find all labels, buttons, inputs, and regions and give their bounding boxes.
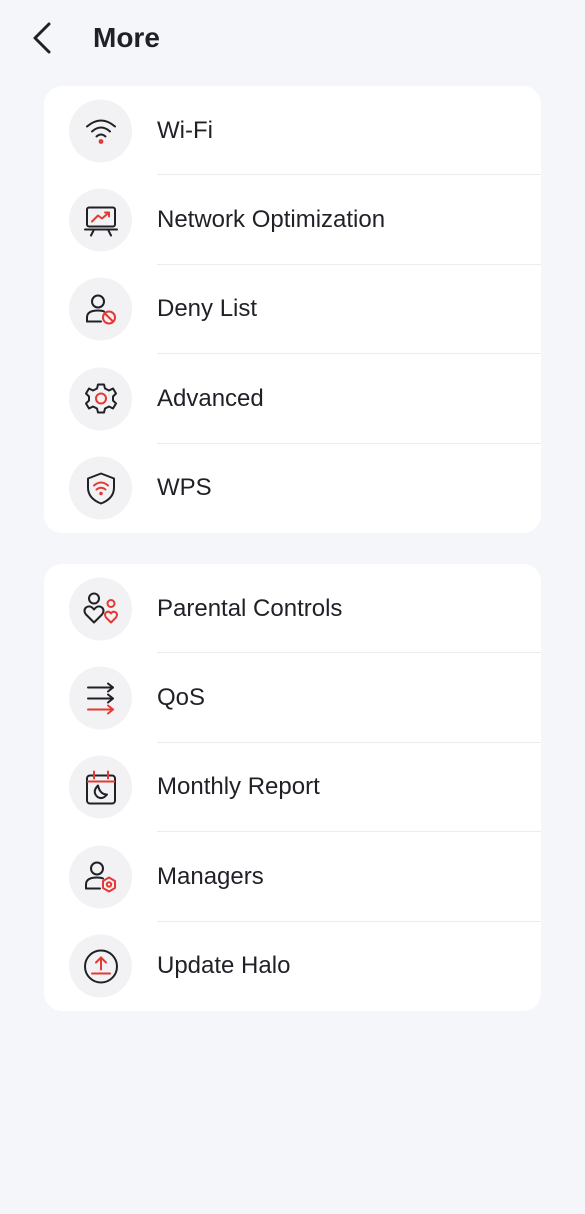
menu-item-label: WPS	[157, 474, 212, 502]
menu-item-label: Network Optimization	[157, 206, 386, 234]
menu-item-label: Wi-Fi	[157, 116, 213, 144]
menu-item-deny-list[interactable]: Deny List	[44, 265, 541, 355]
page-title: More	[93, 22, 160, 53]
menu-item-advanced[interactable]: Advanced	[44, 354, 541, 444]
menu-item-parental-controls[interactable]: Parental Controls	[44, 564, 541, 654]
menu-item-label: Update Halo	[157, 952, 291, 980]
menu-item-label: Advanced	[157, 384, 264, 412]
parent-child-icon	[69, 577, 132, 641]
menu-item-monthly-report[interactable]: Monthly Report	[44, 743, 541, 833]
wifi-icon	[69, 99, 132, 163]
upload-circle-icon	[69, 934, 132, 998]
gear-icon	[69, 367, 132, 431]
user-gear-icon	[69, 845, 132, 909]
menu-item-label: QoS	[157, 684, 206, 712]
settings-card-management: Parental Controls QoS Monthly Report Man…	[44, 564, 541, 1011]
menu-item-label: Deny List	[157, 295, 258, 323]
menu-item-label: Managers	[157, 862, 264, 890]
menu-item-qos[interactable]: QoS	[44, 653, 541, 743]
menu-item-network-optimization[interactable]: Network Optimization	[44, 175, 541, 265]
settings-card-network: Wi-Fi Network Optimization Deny List Adv…	[44, 86, 541, 533]
arrows-right-icon	[69, 666, 132, 730]
user-blocked-icon	[69, 277, 132, 341]
menu-item-label: Monthly Report	[157, 773, 320, 801]
menu-item-wps[interactable]: WPS	[44, 444, 541, 533]
shield-wifi-icon	[69, 456, 132, 520]
monitor-chart-icon	[69, 188, 132, 252]
menu-item-label: Parental Controls	[157, 594, 343, 622]
menu-item-managers[interactable]: Managers	[44, 832, 541, 922]
chevron-left-icon	[31, 21, 53, 55]
header: More	[0, 0, 585, 76]
menu-item-update-halo[interactable]: Update Halo	[44, 922, 541, 1011]
menu-item-wifi[interactable]: Wi-Fi	[44, 86, 541, 176]
back-button[interactable]	[22, 16, 62, 60]
calendar-moon-icon	[69, 755, 132, 819]
